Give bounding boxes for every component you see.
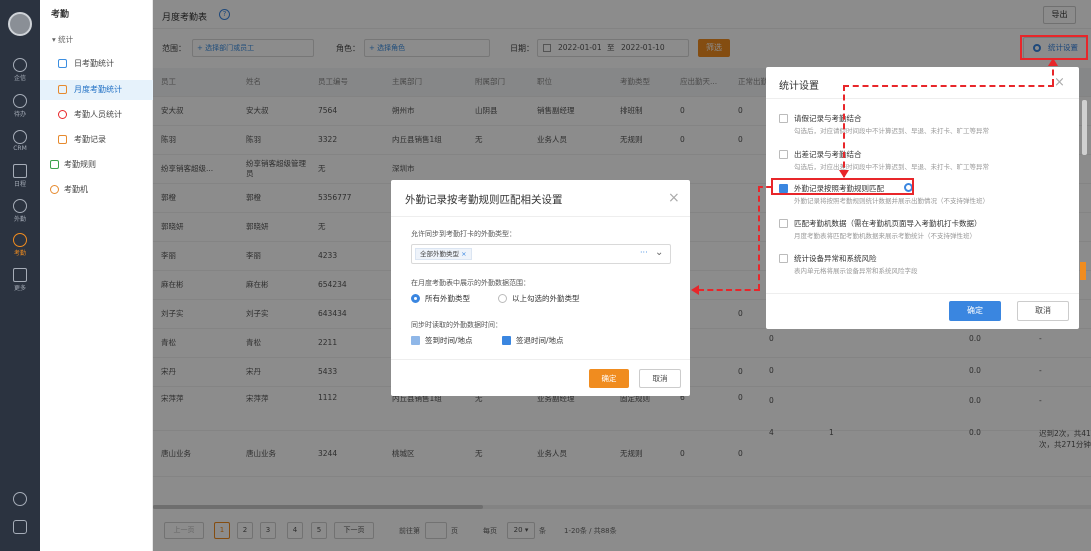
tag-close-icon[interactable]: × (461, 250, 466, 258)
machine-checkbox[interactable] (779, 219, 788, 228)
settings-icon[interactable] (13, 492, 27, 506)
calendar-icon (13, 164, 27, 178)
icon-rail: 企信 待办 CRM 日程 外勤 考勤 更多 (0, 0, 40, 551)
nav-item-records[interactable]: 考勤记录 (40, 130, 153, 150)
field1-label: 允许同步到考勤打卡的外勤类型： (411, 230, 516, 238)
dialog-divider (391, 216, 690, 217)
nav-title: 考勤 (51, 10, 70, 20)
nav-item-staff[interactable]: 考勤人员统计 (40, 105, 153, 125)
trip-checkbox[interactable] (779, 150, 788, 159)
grid-icon (13, 268, 27, 282)
leave-checkbox[interactable] (779, 114, 788, 123)
field-type-multiselect[interactable]: 全部外勤类型 × ··· ⌄ (411, 244, 671, 264)
location-pin-icon (13, 199, 27, 213)
annotation-arrow-head (691, 285, 699, 295)
avatar[interactable] (8, 12, 32, 36)
dialog-title: 外勤记录按考勤规则匹配相关设置 (405, 194, 563, 206)
radio-empty-icon (498, 294, 507, 303)
person-icon (58, 110, 67, 119)
close-icon[interactable]: × (1054, 75, 1065, 90)
machine-icon (50, 185, 59, 194)
nav-item-daily[interactable]: 日考勤统计 (40, 54, 153, 74)
annotation-arrow-head (839, 170, 849, 178)
rail-item-todo[interactable]: 待办 (0, 94, 40, 118)
side-nav: 考勤 ▾ 统计 日考勤统计 月度考勤统计 考勤人员统计 考勤记录 考勤规则 考勤… (40, 0, 153, 551)
rail-item-crm[interactable]: CRM (0, 130, 40, 152)
check-circle-icon (13, 94, 27, 108)
radio-checked-types[interactable]: 以上勾选的外勤类型 (498, 293, 580, 304)
nav-item-machine[interactable]: 考勤机 (40, 180, 153, 200)
dialog-footer-divider (391, 359, 690, 360)
radio-selected-icon (411, 294, 420, 303)
checkin-option[interactable]: 签到时间/地点 (411, 335, 473, 346)
vertical-scrollbar-thumb[interactable] (1082, 100, 1087, 155)
annotation-arrow-line (698, 289, 760, 291)
field-type-tag: 全部外勤类型 × (415, 248, 472, 260)
rail-item-schedule[interactable]: 日程 (0, 164, 40, 188)
nav-group-stats[interactable]: ▾ 统计 (52, 34, 73, 45)
record-icon (58, 135, 67, 144)
field-match-dialog: 外勤记录按考勤规则匹配相关设置 × 允许同步到考勤打卡的外勤类型： 全部外勤类型… (391, 180, 690, 396)
panel-divider (766, 98, 1079, 99)
checkin-checkbox[interactable] (411, 336, 420, 345)
stat-confirm-button[interactable]: 确定 (949, 301, 1001, 321)
nav-item-rules[interactable]: 考勤规则 (40, 155, 153, 175)
field2-label: 在月度考勤表中展示的外勤数据范围： (411, 279, 530, 287)
field3-label: 同步时读取的外勤数据时间： (411, 321, 502, 329)
risk-checkbox[interactable] (779, 254, 788, 263)
stat-panel-title: 统计设置 (779, 81, 819, 92)
more-icon[interactable]: ··· (640, 248, 648, 257)
annotation-box-stat-settings (1020, 35, 1088, 60)
annotation-arrow-line (843, 85, 845, 177)
annotation-arrow-line (843, 85, 1054, 87)
annotation-box-field-option (771, 178, 914, 195)
stat-settings-panel: 统计设置 × 请假记录与考勤结合 勾选后，对应请假时间段中不计算迟到、早退、未打卡… (766, 67, 1079, 329)
chevron-down-icon[interactable]: ⌄ (655, 247, 663, 258)
background-action-button (1080, 262, 1086, 280)
radio-all-types[interactable]: 所有外勤类型 (411, 293, 470, 304)
checkout-checkbox[interactable] (502, 336, 511, 345)
rail-item-more[interactable]: 更多 (0, 268, 40, 292)
dialog-cancel-button[interactable]: 取消 (639, 369, 681, 388)
monthly-stat-icon (58, 85, 67, 94)
nav-item-monthly[interactable]: 月度考勤统计 (40, 80, 153, 100)
stat-cancel-button[interactable]: 取消 (1017, 301, 1069, 321)
panel-footer-divider (766, 293, 1079, 294)
rail-item-field[interactable]: 外勤 (0, 199, 40, 223)
dialog-close-icon[interactable]: × (668, 190, 680, 206)
clock-icon (13, 130, 27, 144)
rules-icon (50, 160, 59, 169)
rail-item-qixin[interactable]: 企信 (0, 58, 40, 82)
rail-item-attendance[interactable]: 考勤 (0, 233, 40, 257)
checkout-option[interactable]: 签退时间/地点 (502, 335, 564, 346)
user-switch-icon[interactable] (13, 520, 27, 534)
annotation-arrow-head (1048, 58, 1058, 66)
dialog-confirm-button[interactable]: 确定 (589, 369, 629, 388)
chat-icon (13, 58, 27, 72)
attendance-icon (13, 233, 27, 247)
daily-stat-icon (58, 59, 67, 68)
annotation-arrow-line (758, 186, 760, 290)
